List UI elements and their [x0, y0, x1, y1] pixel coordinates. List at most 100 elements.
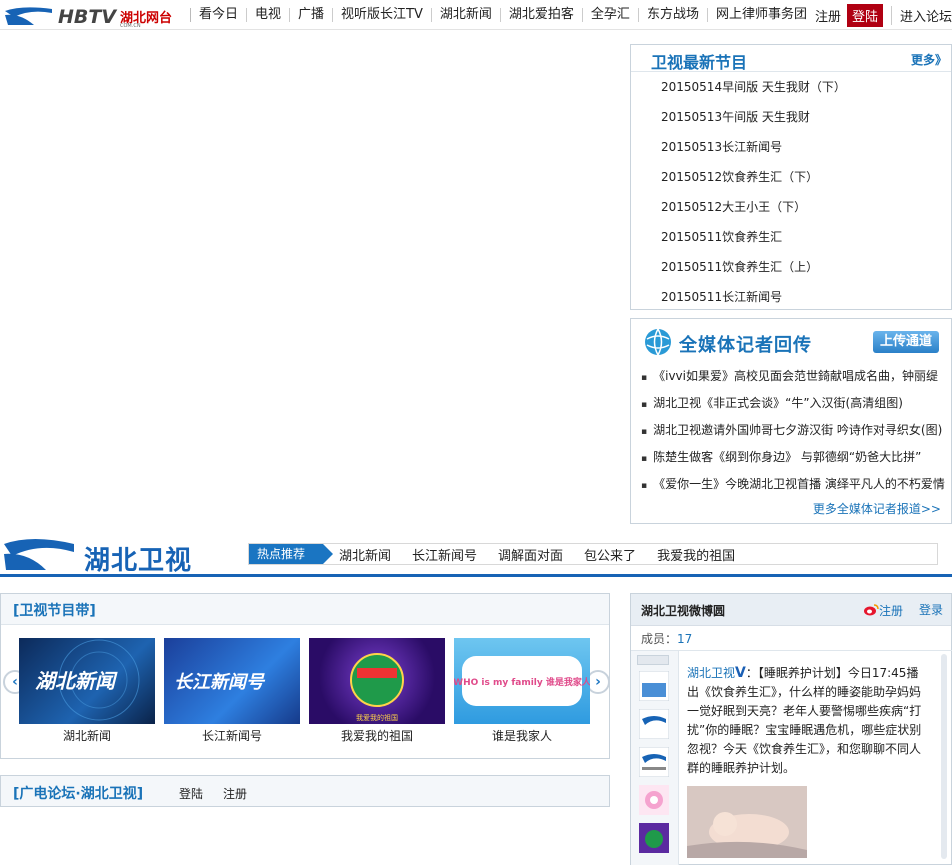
list-item[interactable]: 陈楚生做客《纲到你身边》 与郭德纲“奶爸大比拼” — [641, 444, 951, 471]
weibo-post-image[interactable] — [687, 786, 807, 858]
weibo-divider — [631, 650, 952, 651]
programs-strip-panel: [卫视节目带] ‹ › 湖北新闻 长江新闻号 我爱我的祖国 WHO is my … — [0, 593, 610, 759]
nav-hubei-paike[interactable]: 湖北爱拍客 — [499, 8, 582, 22]
forum-register-link[interactable]: 注册 — [223, 785, 247, 802]
program-art: 长江新闻号 — [174, 672, 266, 693]
svg-text:HBTV: HBTV — [58, 6, 117, 28]
reporters-title: 全媒体记者回传 — [679, 335, 812, 356]
login-button[interactable]: 登陆 — [846, 3, 883, 27]
program-title[interactable]: 我爱我的祖国 — [309, 727, 445, 744]
nav-dongfang-zhanchang[interactable]: 东方战场 — [637, 8, 707, 22]
list-item[interactable]: 湖北卫视《非正式会谈》“牛”入汉街(高清组图) — [641, 390, 951, 417]
weibo-post: 湖北卫视V：【睡眠养护计划】今日17:45播出《饮食养生汇》，什么样的睡姿能助孕… — [687, 664, 929, 778]
nav-changjiang-tv[interactable]: 视听版长江TV — [332, 8, 431, 22]
hot-link[interactable]: 我爱我的祖国 — [657, 545, 735, 564]
program-art-text: 我爱我的祖国 — [356, 713, 398, 722]
nav-radio[interactable]: 广播 — [289, 8, 332, 22]
hubei-tv-band: 湖北卫视 热点推荐 湖北新闻 长江新闻号 调解面对面 包公来了 我爱我的祖国 — [0, 532, 952, 578]
program-title[interactable]: 谁是我家人 — [454, 727, 590, 744]
hot-link[interactable]: 长江新闻号 — [412, 545, 477, 564]
members-label: 成员： — [641, 632, 678, 646]
band-divider — [0, 574, 952, 577]
avatar[interactable] — [639, 747, 669, 777]
nav-today[interactable]: 看今日 — [190, 8, 246, 22]
svg-text:COM.CN: COM.CN — [120, 23, 141, 28]
reporters-list: 《ivvi如果爱》高校见面会范世錡献唱成名曲，钟丽缇 湖北卫视《非正式会谈》“牛… — [641, 363, 951, 498]
list-item[interactable]: 20150513长江新闻号 — [661, 138, 951, 168]
register-link[interactable]: 注册 — [809, 6, 847, 25]
programs-strip-header: [卫视节目带] — [1, 594, 609, 625]
program-art: 湖北新闻 — [35, 639, 140, 721]
avatar-scroll-up-button[interactable] — [637, 655, 669, 665]
list-item[interactable]: 《ivvi如果爱》高校见面会范世錡献唱成名曲，钟丽缇 — [641, 363, 951, 390]
latest-programs-more-link[interactable]: 更多》 — [911, 51, 947, 68]
weibo-register-link[interactable]: 注册 — [863, 602, 903, 619]
weibo-members: 成员：17 — [641, 630, 692, 647]
list-item[interactable]: 《爱你一生》今晚湖北卫视首播 演绎平凡人的不朽爱情 — [641, 471, 951, 498]
program-title[interactable]: 湖北新闻 — [19, 727, 155, 744]
latest-programs-title: 卫视最新节目 — [651, 53, 748, 72]
list-item[interactable]: 20150514早间版 天生我财（下） — [661, 78, 951, 108]
latest-programs-panel: 卫视最新节目 更多》 20150514早间版 天生我财（下） 20150513午… — [630, 44, 952, 310]
list-item[interactable]: 20150511长江新闻号 — [661, 288, 951, 318]
list-item[interactable]: 20150513午间版 天生我财 — [661, 108, 951, 138]
latest-programs-list: 20150514早间版 天生我财（下） 20150513午间版 天生我财 201… — [631, 72, 951, 318]
program-thumbnail-changjiang[interactable]: 长江新闻号 — [164, 638, 300, 724]
program-art-text: 湖北新闻 — [35, 669, 118, 693]
hubei-tv-logo-text: 湖北卫视 — [84, 546, 193, 576]
top-navigation-bar: HBTV 湖北网台 COM.CN 看今日 电视 广播 视听版长江TV 湖北新闻 … — [0, 0, 952, 30]
weibo-post-text: ：【睡眠养护计划】今日17:45播出《饮食养生汇》，什么样的睡姿能助孕妈妈一觉好… — [687, 666, 922, 775]
weibo-title: 湖北卫视微博圆 — [641, 604, 726, 618]
program-thumbnail-motherland[interactable]: 我爱我的祖国 — [309, 638, 445, 724]
weibo-header: 湖北卫视微博圆 注册 登录 — [631, 594, 951, 626]
hot-recommend-label: 热点推荐 — [249, 544, 333, 564]
nav-hubei-news[interactable]: 湖北新闻 — [430, 8, 500, 22]
reporters-panel: 全媒体记者回传 上传通道 《ivvi如果爱》高校见面会范世錡献唱成名曲，钟丽缇 … — [630, 318, 952, 524]
list-item[interactable]: 20150511饮食养生汇（上） — [661, 258, 951, 288]
avatar[interactable] — [639, 671, 669, 701]
weibo-member-avatars — [631, 651, 679, 865]
list-item[interactable]: 20150512大王小王（下） — [661, 198, 951, 228]
weibo-scrollbar[interactable] — [941, 654, 947, 859]
forum-title: [广电论坛·湖北卫视] — [13, 786, 144, 802]
program-art-text: 长江新闻号 — [174, 672, 266, 693]
hot-link[interactable]: 调解面对面 — [498, 545, 563, 564]
program-art: WHO is my family 谁是我家人 — [454, 656, 590, 706]
hot-recommend-bar: 热点推荐 湖北新闻 长江新闻号 调解面对面 包公来了 我爱我的祖国 — [248, 543, 938, 565]
hubei-tv-logo[interactable]: 湖北卫视 — [2, 536, 214, 576]
verified-icon: V — [735, 665, 746, 681]
programs-strip-title: [卫视节目带] — [13, 603, 96, 619]
program-thumbnail-who-is-my-family[interactable]: WHO is my family 谁是我家人 — [454, 638, 590, 724]
avatar[interactable] — [639, 785, 669, 815]
hot-recommend-links: 湖北新闻 长江新闻号 调解面对面 包公来了 我爱我的祖国 — [339, 544, 756, 564]
weibo-post-author[interactable]: 湖北卫视 — [687, 666, 735, 680]
nav-quanyunhui[interactable]: 全孕汇 — [581, 8, 638, 22]
weibo-login-link[interactable]: 登录 — [919, 601, 943, 618]
avatar[interactable] — [639, 709, 669, 739]
hubei-tv-logo-mark — [4, 539, 74, 570]
forum-bar: [广电论坛·湖北卫视] 登陆 注册 — [0, 775, 610, 807]
nav-tv[interactable]: 电视 — [246, 8, 289, 22]
list-item[interactable]: 20150511饮食养生汇 — [661, 228, 951, 258]
forum-login-link[interactable]: 登陆 — [179, 785, 203, 802]
hot-link[interactable]: 包公来了 — [584, 545, 636, 564]
globe-icon — [645, 328, 671, 356]
hot-link[interactable]: 湖北新闻 — [339, 545, 391, 564]
program-art-text: WHO is my family 谁是我家人 — [454, 676, 590, 688]
nav-lawyer-group[interactable]: 网上律师事务团 — [706, 8, 815, 22]
hbtv-logo[interactable]: HBTV 湖北网台 COM.CN — [2, 3, 184, 29]
enter-forum-link[interactable]: 进入论坛 — [890, 5, 952, 25]
list-item[interactable]: 20150512饮食养生汇（下） — [661, 168, 951, 198]
upload-channel-button[interactable]: 上传通道 — [873, 331, 939, 353]
main-nav: 看今日 电视 广播 视听版长江TV 湖北新闻 湖北爱拍客 全孕汇 东方战场 网上… — [190, 0, 815, 30]
reporters-more-link[interactable]: 更多全媒体记者报道>> — [813, 500, 941, 517]
program-title[interactable]: 长江新闻号 — [164, 727, 300, 744]
account-links: 注册 登陆 进入论坛 — [809, 0, 952, 30]
weibo-icon — [864, 604, 879, 616]
list-item[interactable]: 湖北卫视邀请外国帅哥七夕游汉街 吟诗作对寻织女(图) — [641, 417, 951, 444]
weibo-register-label: 注册 — [879, 604, 904, 618]
hbtv-logo-graphic: HBTV 湖北网台 COM.CN — [4, 6, 172, 29]
program-thumbnail-hubei-news[interactable]: 湖北新闻 — [19, 638, 155, 724]
program-art: 我爱我的祖国 — [350, 653, 404, 722]
avatar[interactable] — [639, 823, 669, 853]
